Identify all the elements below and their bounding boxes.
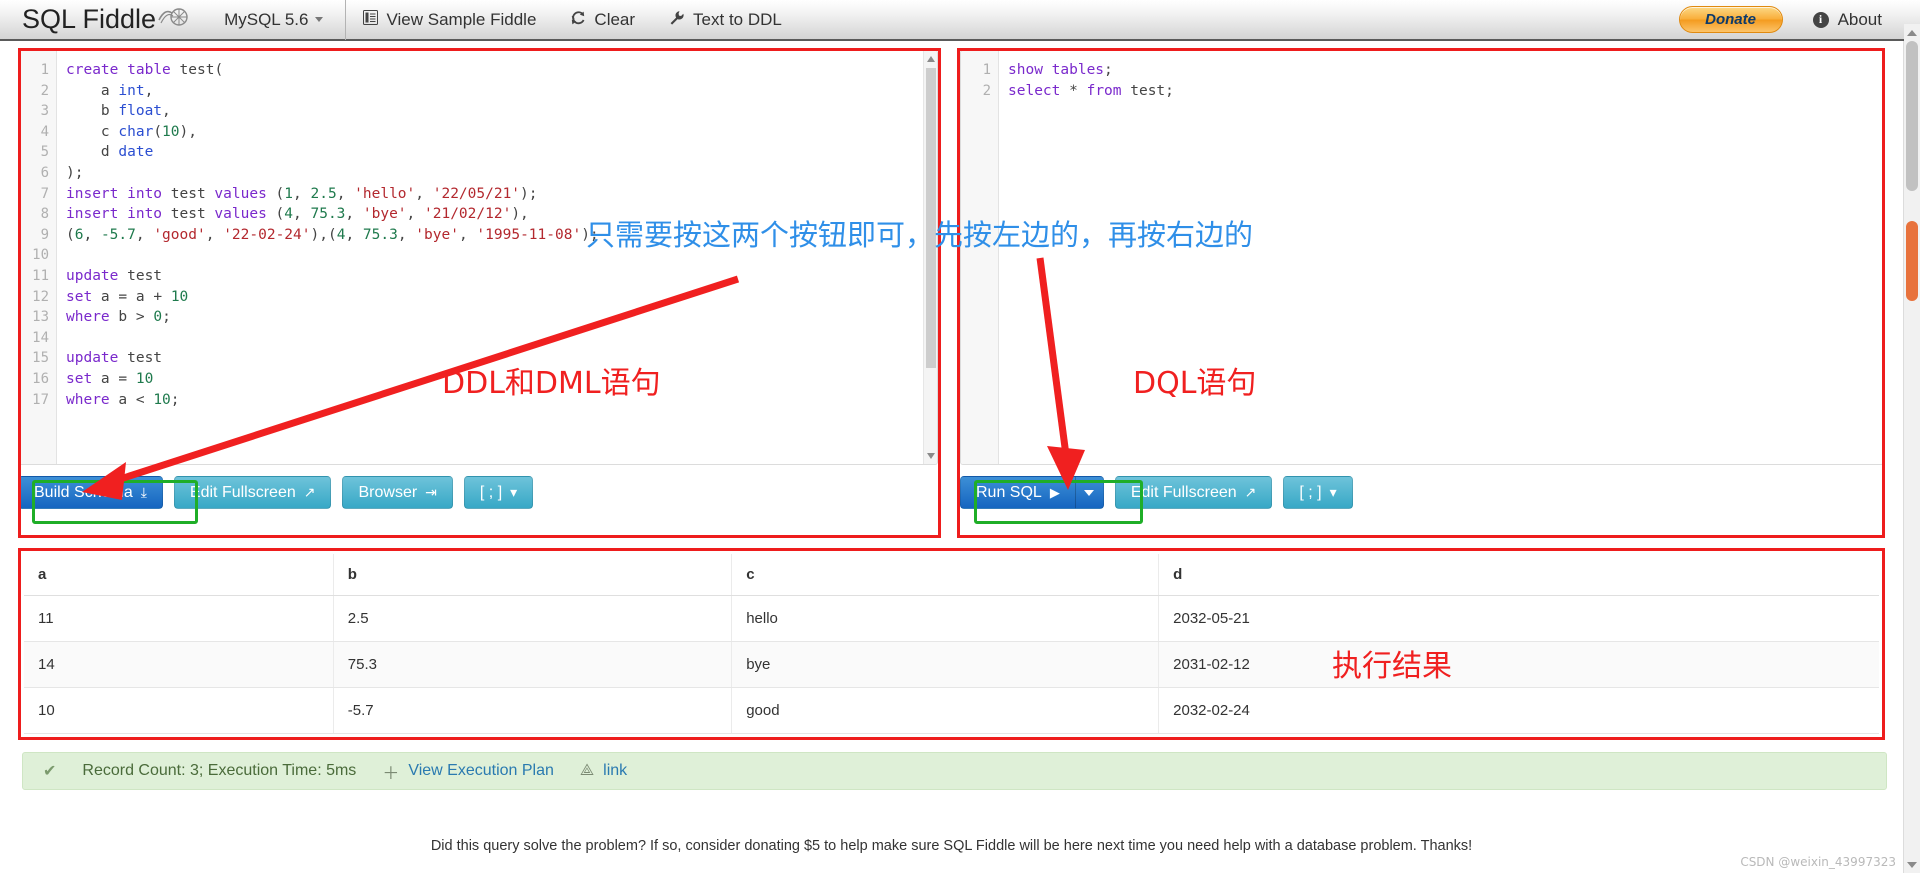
arrow-share-icon: ⟁ xyxy=(579,762,595,779)
top-navbar: SQL Fiddle MySQL 5.6 View Sample Fiddle … xyxy=(0,0,1920,41)
view-sample-fiddle-label: View Sample Fiddle xyxy=(386,9,537,29)
plus-icon: ＋ xyxy=(382,763,400,783)
donation-footer-note: Did this query solve the problem? If so,… xyxy=(430,838,1473,854)
brand-label: SQL Fiddle xyxy=(22,4,157,34)
status-bar: ✔ Record Count: 3; Execution Time: 5ms ＋… xyxy=(22,752,1887,790)
clear-button[interactable]: Clear xyxy=(553,0,652,40)
fiddle-shell-svg xyxy=(158,8,188,26)
scrollbar-position-marker[interactable] xyxy=(1906,221,1918,301)
page-scrollbar[interactable] xyxy=(1903,24,1920,873)
database-engine-label: MySQL 5.6 xyxy=(224,9,309,29)
view-execution-plan-link[interactable]: ＋ View Execution Plan xyxy=(382,759,554,784)
database-engine-select[interactable]: MySQL 5.6 xyxy=(196,10,345,30)
watermark-text: CSDN @weixin_43997323 xyxy=(1740,855,1896,869)
schema-panel-highlight-box xyxy=(18,48,941,538)
about-label: About xyxy=(1837,9,1882,29)
text-to-ddl-button[interactable]: Text to DDL xyxy=(652,0,799,40)
record-count-text: Record Count: 3; Execution Time: 5ms xyxy=(82,762,357,779)
refresh-icon xyxy=(570,10,586,30)
navbar-right-group: Donate i About xyxy=(1678,6,1920,33)
about-button[interactable]: i About xyxy=(1812,9,1882,30)
clear-label: Clear xyxy=(594,9,636,29)
share-link[interactable]: ⟁ link xyxy=(580,762,627,780)
view-sample-fiddle-button[interactable]: View Sample Fiddle xyxy=(346,0,553,40)
info-circle-icon: i xyxy=(1812,11,1829,28)
check-icon: ✔ xyxy=(43,763,57,780)
share-link-label: link xyxy=(603,762,628,779)
document-list-icon xyxy=(363,10,379,29)
donate-button[interactable]: Donate xyxy=(1678,6,1783,33)
editor-panels-region: 1 create table test(2 a int, 3 b float, 4 c… xyxy=(0,41,1903,541)
scroll-up-arrow-icon[interactable] xyxy=(1904,24,1920,41)
results-highlight-box xyxy=(18,548,1885,740)
text-to-ddl-label: Text to DDL xyxy=(693,9,782,29)
query-panel-highlight-box xyxy=(957,48,1885,538)
results-region: abcd 11 2.5 hello 2032-05-21 14 75.3 bye 2031-0… xyxy=(0,541,1903,741)
wrench-icon xyxy=(669,10,685,30)
scrollbar-thumb[interactable] xyxy=(1906,41,1918,191)
view-execution-plan-label: View Execution Plan xyxy=(408,762,554,779)
chevron-down-icon xyxy=(315,17,324,22)
scroll-down-arrow-icon[interactable] xyxy=(1904,856,1920,873)
donate-label: Donate xyxy=(1705,11,1756,28)
fiddle-shell-icon xyxy=(158,6,188,34)
app-brand[interactable]: SQL Fiddle xyxy=(0,4,196,35)
